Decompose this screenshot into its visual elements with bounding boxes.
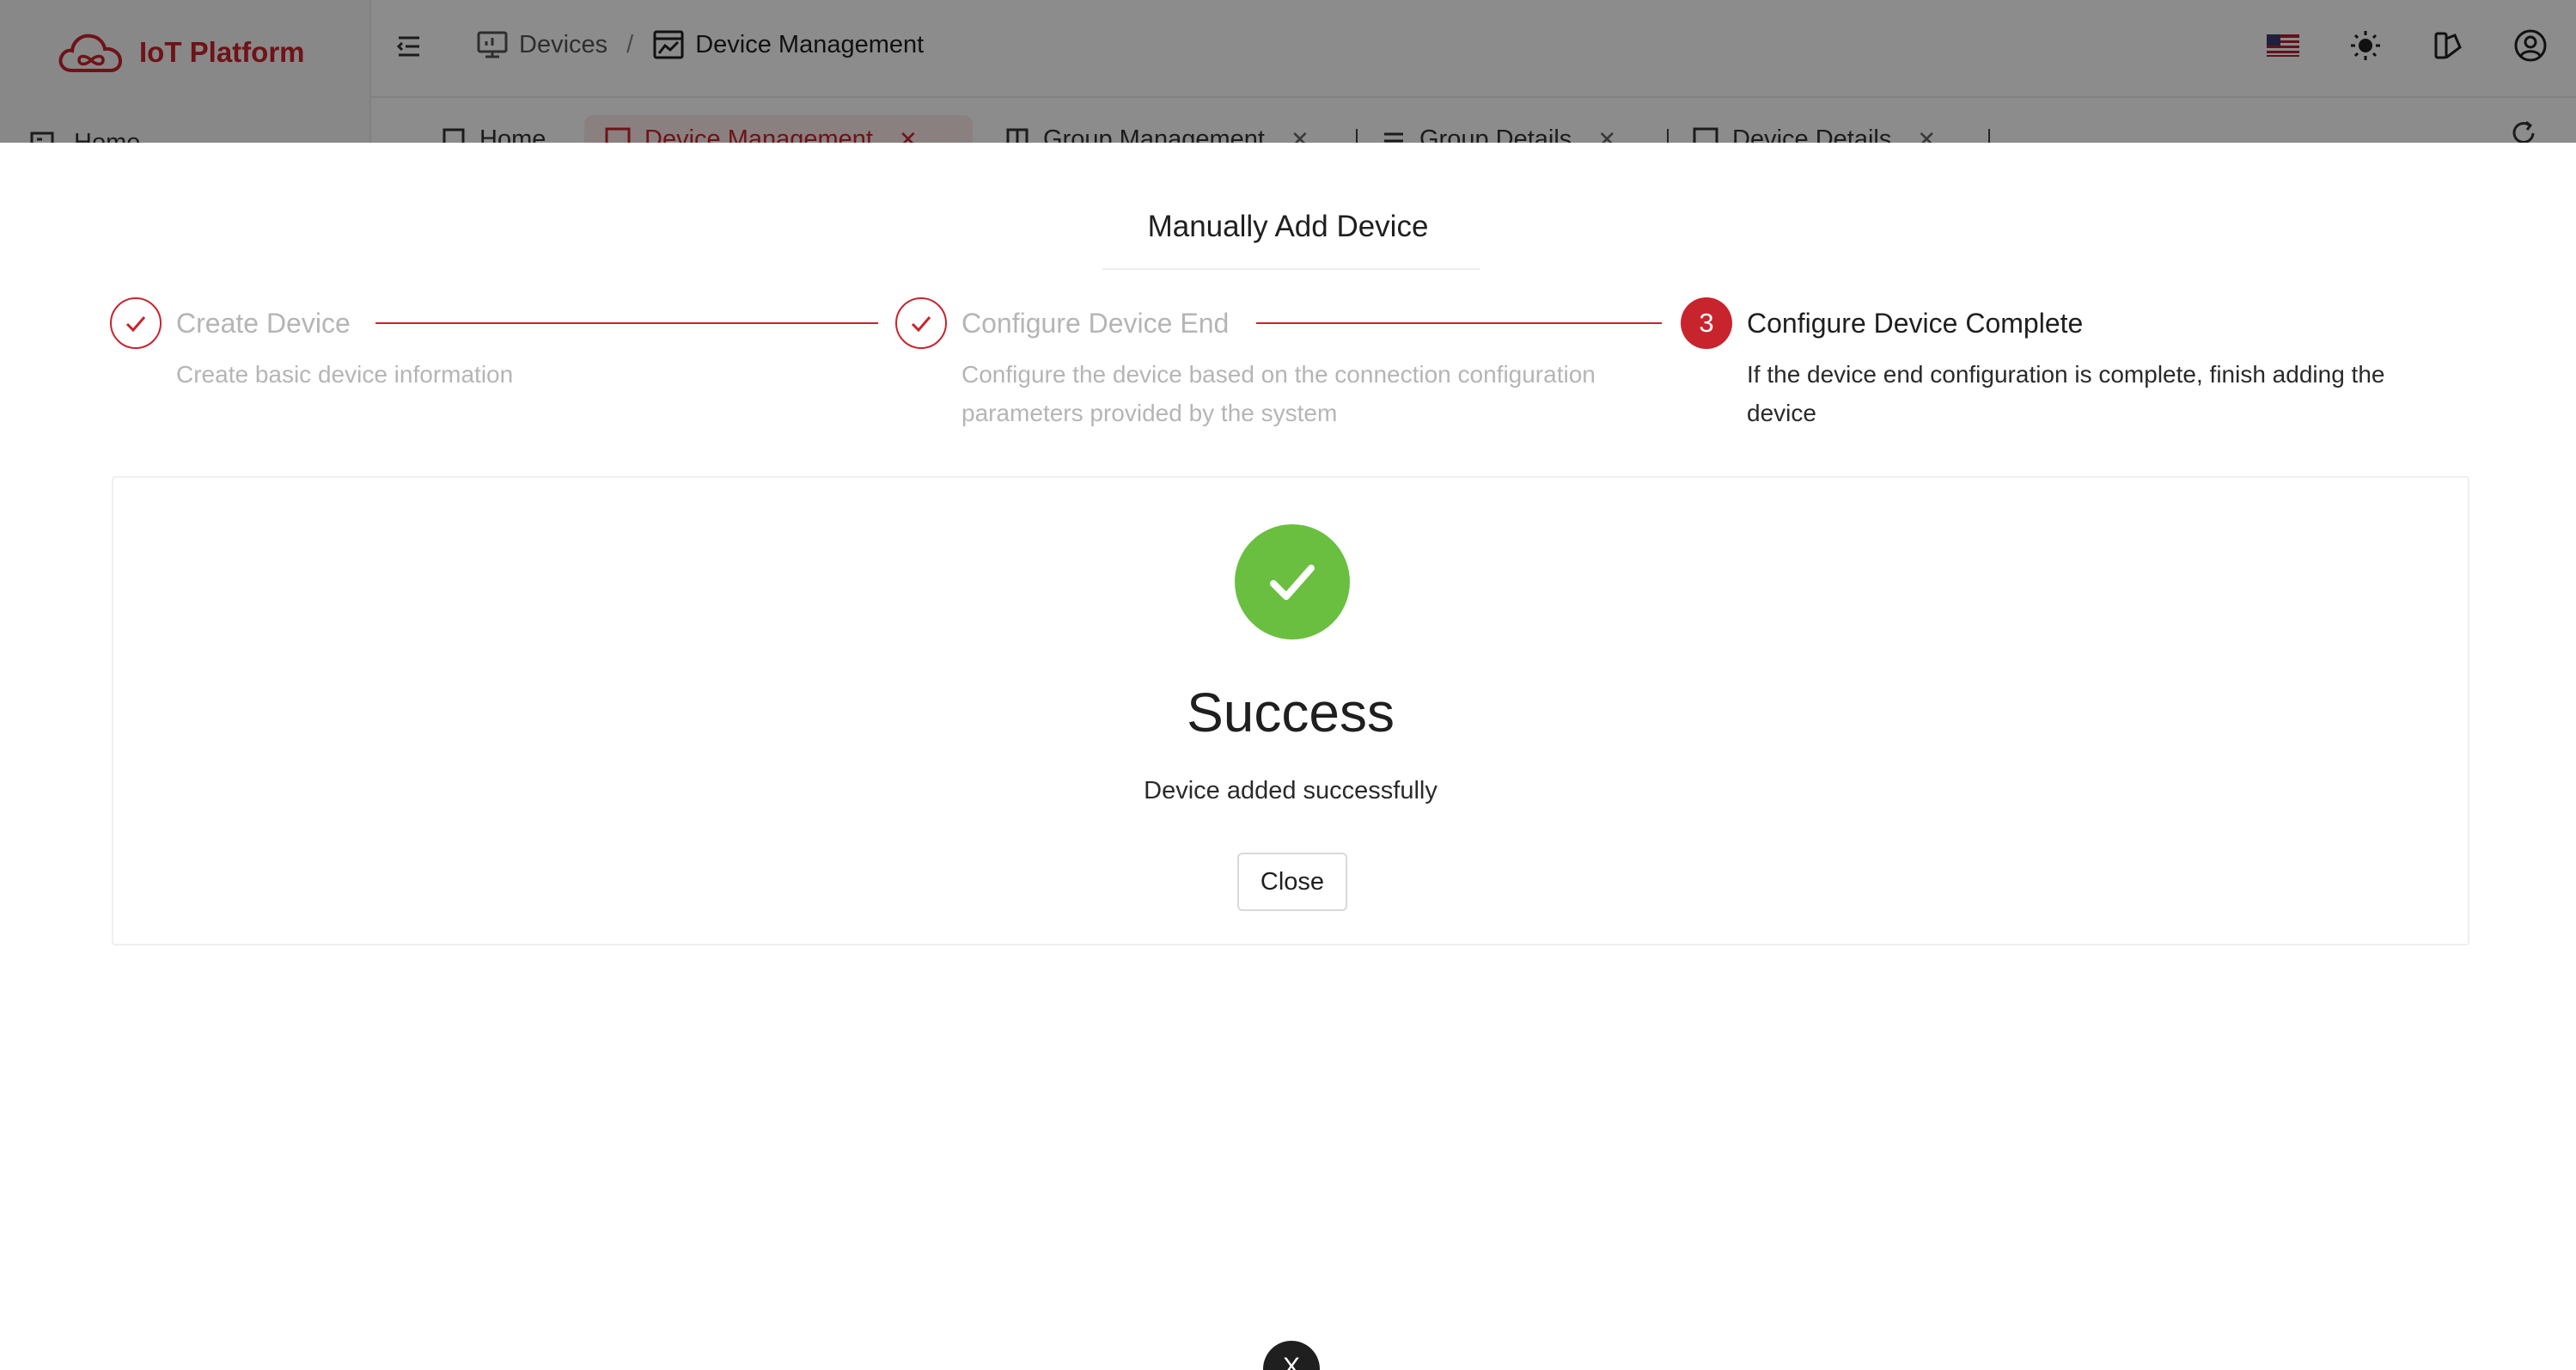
step-1-description: Create basic device information [176,361,514,388]
step-3-title: Configure Device Complete [1747,308,2084,339]
step-2-description: Configure the device based on the connec… [961,361,1596,426]
step-3-description: If the device end configuration is compl… [1747,361,2385,426]
step-1-check-icon [110,297,162,349]
step-2-title: Configure Device End [961,308,1230,339]
result-panel: Success Device added successfully Close [112,476,2469,945]
modal-title: Manually Add Device [1147,210,1429,243]
step-3-number: 3 [1681,297,1732,349]
result-subtitle: Device added successfully [1144,777,1438,804]
step-2-check-icon [895,297,947,349]
add-device-modal: Manually Add Device Create Device Create… [0,143,2576,1370]
step-connector [1256,322,1662,324]
step-1-title: Create Device [176,308,351,339]
result-title: Success [1187,682,1395,743]
step-connector [375,322,878,324]
title-divider [1102,268,1480,270]
close-button[interactable]: Close [1237,853,1347,911]
success-check-icon [1235,524,1350,639]
